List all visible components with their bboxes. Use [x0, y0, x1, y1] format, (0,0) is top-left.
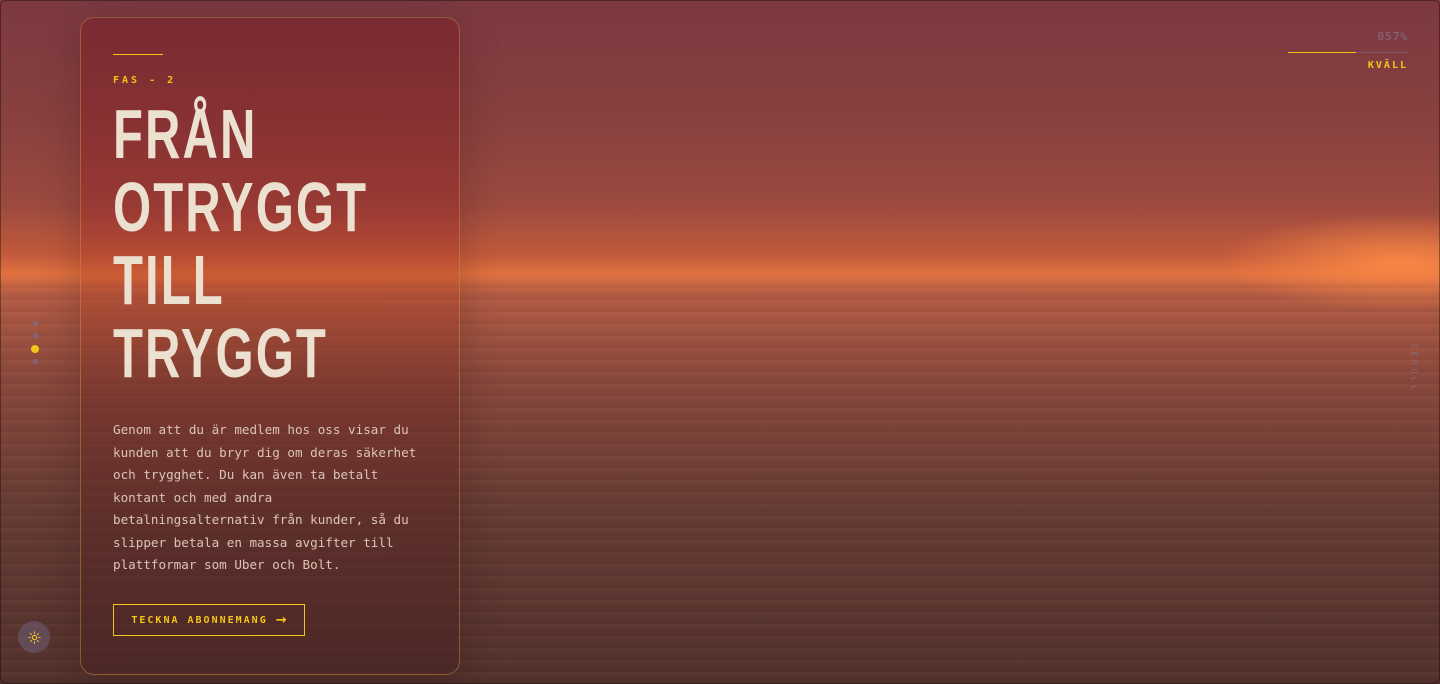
section-dot[interactable] [32, 359, 38, 364]
headline-line: FRÅN [113, 95, 258, 173]
headline-line: TRYGGT [113, 314, 328, 392]
progress-track [1288, 52, 1408, 53]
phase-eyebrow: FAS - 2 [113, 75, 177, 86]
section-dot[interactable] [32, 333, 38, 338]
hero-card: FAS - 2 FRÅN OTRYGGT TILL TRYGGT Genom a… [80, 17, 460, 675]
scroll-progress: 057% KVÄLL [1288, 28, 1408, 78]
eyebrow-rule [113, 54, 163, 55]
arrow-right-icon: → [275, 612, 287, 628]
headline-line: OTRYGGT [113, 168, 369, 246]
section-dots-nav [31, 321, 39, 371]
subscribe-button-label: TECKNA ABONNEMANG [131, 614, 268, 626]
section-dot[interactable] [32, 321, 38, 326]
headline-line: TILL [113, 241, 225, 319]
subscribe-button[interactable]: TECKNA ABONNEMANG → [113, 604, 305, 636]
theme-toggle-button[interactable] [18, 621, 50, 653]
progress-phase-label: KVÄLL [1367, 60, 1408, 71]
scroll-vertical-label: SKROLL [1408, 343, 1418, 394]
progress-fill [1288, 52, 1357, 53]
hero-body-text: Genom att du är medlem hos oss visar du … [113, 422, 417, 572]
hero-headline: FRÅN OTRYGGT TILL TRYGGT [113, 95, 369, 392]
progress-percent: 057% [1377, 30, 1408, 43]
sun-icon [27, 630, 41, 644]
section-dot[interactable] [31, 345, 39, 353]
